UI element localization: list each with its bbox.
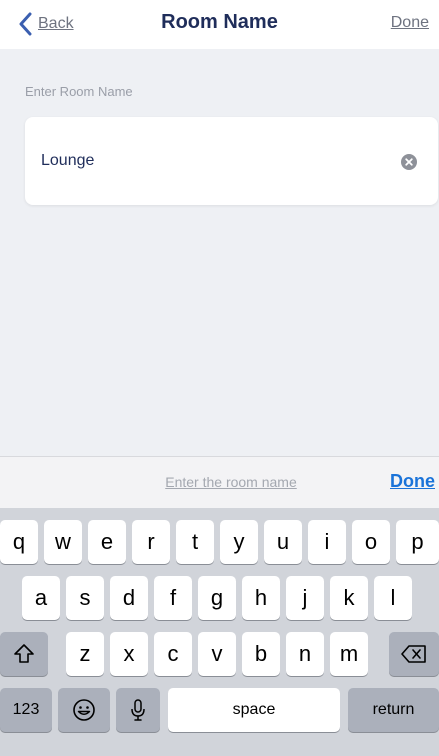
- emoji-key[interactable]: [58, 688, 110, 732]
- key-b[interactable]: b: [242, 632, 280, 676]
- clear-icon: [401, 154, 417, 170]
- key-c[interactable]: c: [154, 632, 192, 676]
- backspace-icon: [401, 644, 427, 664]
- key-u[interactable]: u: [264, 520, 302, 564]
- keyboard: q w e r t y u i o p a s d f g h j k l z …: [0, 508, 439, 756]
- key-d[interactable]: d: [110, 576, 148, 620]
- key-r[interactable]: r: [132, 520, 170, 564]
- shift-icon: [13, 643, 35, 665]
- key-f[interactable]: f: [154, 576, 192, 620]
- key-t[interactable]: t: [176, 520, 214, 564]
- key-a[interactable]: a: [22, 576, 60, 620]
- emoji-icon: [72, 698, 96, 722]
- key-g[interactable]: g: [198, 576, 236, 620]
- navigation-bar: Back Room Name Done: [0, 0, 439, 49]
- nav-done-button[interactable]: Done: [391, 14, 429, 32]
- accessory-done-button[interactable]: Done: [390, 471, 435, 492]
- dictation-key[interactable]: [116, 688, 160, 732]
- return-key[interactable]: return: [348, 688, 439, 732]
- key-z[interactable]: z: [66, 632, 104, 676]
- room-name-section-label: Enter Room Name: [25, 84, 133, 99]
- numbers-key[interactable]: 123: [0, 688, 52, 732]
- backspace-key[interactable]: [389, 632, 439, 676]
- shift-key[interactable]: [0, 632, 48, 676]
- key-w[interactable]: w: [44, 520, 82, 564]
- key-q[interactable]: q: [0, 520, 38, 564]
- keyboard-accessory-bar: Enter the room name Done: [0, 456, 439, 508]
- key-h[interactable]: h: [242, 576, 280, 620]
- key-v[interactable]: v: [198, 632, 236, 676]
- key-n[interactable]: n: [286, 632, 324, 676]
- key-s[interactable]: s: [66, 576, 104, 620]
- clear-text-button[interactable]: [401, 154, 417, 170]
- key-l[interactable]: l: [374, 576, 412, 620]
- microphone-icon: [130, 698, 146, 722]
- key-j[interactable]: j: [286, 576, 324, 620]
- key-p[interactable]: p: [396, 520, 439, 564]
- accessory-hint: Enter the room name: [165, 474, 297, 490]
- page-title: Room Name: [161, 11, 278, 33]
- key-m[interactable]: m: [330, 632, 368, 676]
- room-name-input[interactable]: [41, 146, 371, 176]
- room-name-card: [25, 117, 438, 205]
- key-y[interactable]: y: [220, 520, 258, 564]
- key-o[interactable]: o: [352, 520, 390, 564]
- key-k[interactable]: k: [330, 576, 368, 620]
- key-e[interactable]: e: [88, 520, 126, 564]
- key-x[interactable]: x: [110, 632, 148, 676]
- key-i[interactable]: i: [308, 520, 346, 564]
- space-key[interactable]: space: [168, 688, 340, 732]
